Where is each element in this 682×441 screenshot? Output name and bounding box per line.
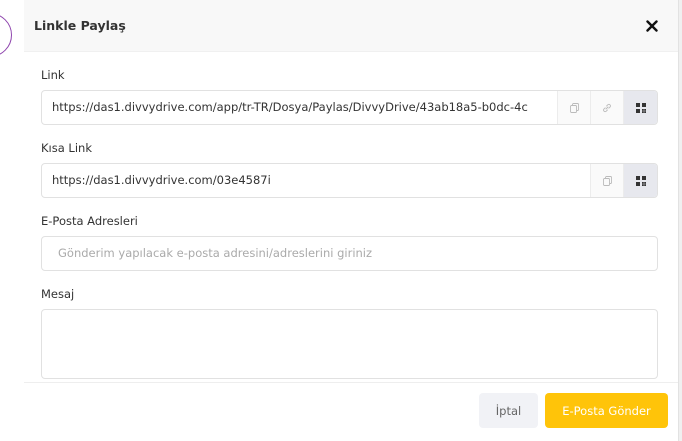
short-link-qr-button[interactable] xyxy=(623,164,657,197)
link-input[interactable]: https://das1.divvydrive.com/app/tr-TR/Do… xyxy=(42,91,557,124)
dialog-header: Linkle Paylaş xyxy=(24,0,678,52)
copy-short-link-button[interactable] xyxy=(590,164,623,197)
short-link-input[interactable]: https://das1.divvydrive.com/03e4587i xyxy=(42,164,590,197)
dialog-body: Link https://das1.divvydrive.com/app/tr-… xyxy=(24,68,678,379)
qr-code-icon xyxy=(635,98,646,117)
copy-icon xyxy=(569,98,579,117)
window-edge xyxy=(678,0,682,441)
qr-code-icon xyxy=(635,171,646,190)
message-label: Mesaj xyxy=(41,287,75,301)
share-link-dialog: Linkle Paylaş Link https://das1.divvydri… xyxy=(24,0,678,441)
message-textarea[interactable] xyxy=(41,309,658,379)
link-qr-button[interactable] xyxy=(623,91,657,124)
copy-link-button[interactable] xyxy=(557,91,590,124)
link-label: Link xyxy=(41,68,65,82)
dialog-title: Linkle Paylaş xyxy=(34,18,126,33)
footer-divider xyxy=(24,382,678,383)
copy-icon xyxy=(602,171,612,190)
email-input[interactable]: Gönderim yapılacak e-posta adresini/adre… xyxy=(41,236,658,271)
close-icon[interactable] xyxy=(642,16,662,36)
link-field: https://das1.divvydrive.com/app/tr-TR/Do… xyxy=(41,90,658,125)
send-email-button[interactable]: E-Posta Gönder xyxy=(545,393,668,428)
background-avatar-ring xyxy=(0,13,12,57)
short-link-label: Kısa Link xyxy=(41,141,92,155)
open-link-button[interactable] xyxy=(590,91,623,124)
email-label: E-Posta Adresleri xyxy=(41,214,138,228)
cancel-button[interactable]: İptal xyxy=(479,393,538,428)
short-link-field: https://das1.divvydrive.com/03e4587i xyxy=(41,163,658,198)
link-icon xyxy=(602,98,612,117)
